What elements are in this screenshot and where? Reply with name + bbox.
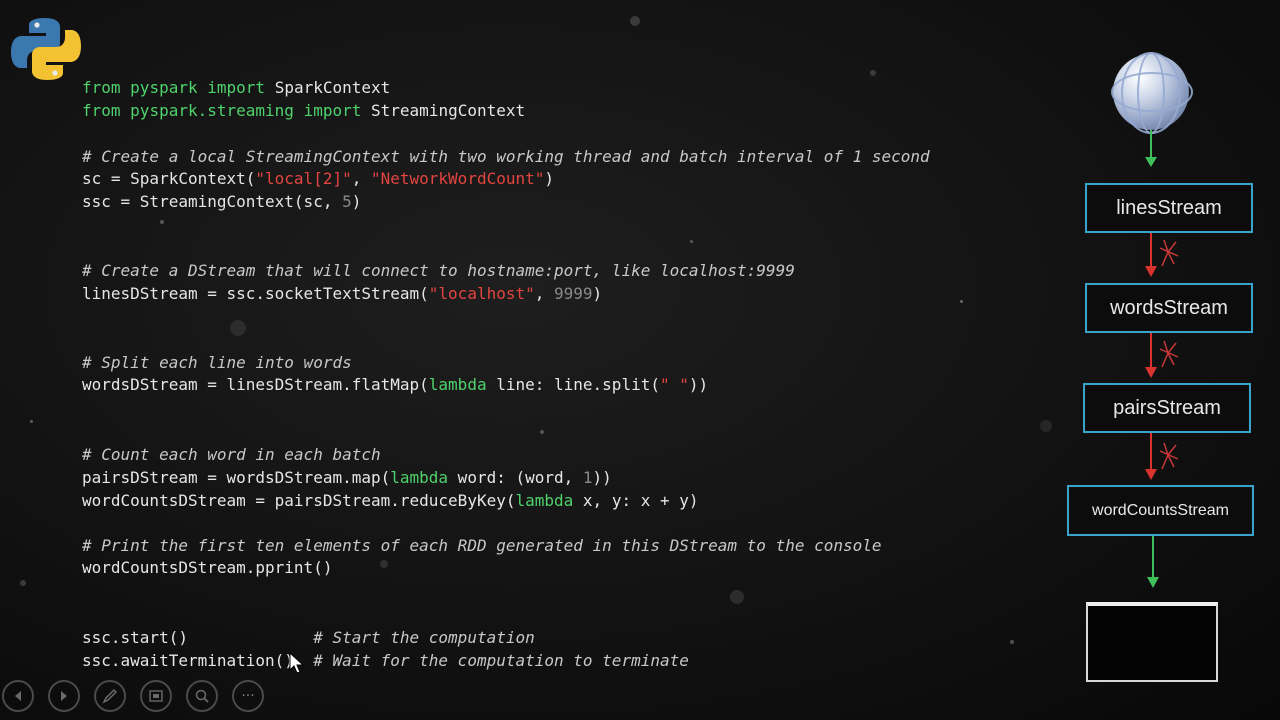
more-icon: ··· xyxy=(241,688,255,704)
code-comment-streamingcontext: # Create a local StreamingContext with t… xyxy=(82,147,930,166)
globe-icon xyxy=(1111,52,1193,134)
arrow-wordcounts-to-console xyxy=(1152,536,1154,578)
pen-icon xyxy=(102,688,118,704)
arrow-tip-globe-to-lines xyxy=(1145,157,1157,167)
code-comment-count: # Count each word in each batch xyxy=(82,445,381,464)
code-line-lines-dstream: linesDStream = ssc.socketTextStream("loc… xyxy=(82,284,603,303)
console-screen-icon xyxy=(1086,602,1218,682)
arrow-tip-pairs-to-wordcounts xyxy=(1145,469,1157,480)
node-pairs-stream: pairsStream xyxy=(1083,383,1251,433)
arrow-words-to-pairs xyxy=(1150,333,1152,367)
node-words-stream: wordsStream xyxy=(1085,283,1253,333)
zoom-icon xyxy=(195,689,209,703)
code-line-sparkcontext: sc = SparkContext("local[2]", "NetworkWo… xyxy=(82,169,555,188)
mouse-cursor-icon xyxy=(289,652,305,674)
code-line-import-streamingcontext: from pyspark.streaming import StreamingC… xyxy=(82,101,526,120)
zoom-button[interactable] xyxy=(186,680,218,712)
lambda-sparkle-icon xyxy=(1159,340,1179,368)
slides-button[interactable] xyxy=(140,680,172,712)
lambda-sparkle-icon xyxy=(1159,442,1179,470)
python-logo xyxy=(11,18,81,80)
pen-button[interactable] xyxy=(94,680,126,712)
next-button[interactable] xyxy=(48,680,80,712)
code-comment-print: # Print the first ten elements of each R… xyxy=(82,536,882,555)
code-line-pairs-dstream: pairsDStream = wordsDStream.map(lambda w… xyxy=(82,468,612,487)
code-line-start: ssc.start() # Start the computation xyxy=(82,628,535,647)
node-wordcounts-stream: wordCountsStream xyxy=(1067,485,1254,536)
slideshow-toolbar: ··· xyxy=(0,680,264,714)
previous-icon xyxy=(15,691,21,701)
code-line-wordcounts-dstream: wordCountsDStream = pairsDStream.reduceB… xyxy=(82,491,699,510)
arrow-tip-wordcounts-to-console xyxy=(1147,577,1159,588)
arrow-lines-to-words xyxy=(1150,233,1152,266)
lambda-sparkle-icon xyxy=(1159,239,1179,267)
arrow-globe-to-lines xyxy=(1150,130,1152,158)
code-line-words-dstream: wordsDStream = linesDStream.flatMap(lamb… xyxy=(82,375,709,394)
node-lines-stream: linesStream xyxy=(1085,183,1253,233)
code-line-await: ssc.awaitTermination() # Wait for the co… xyxy=(82,651,689,670)
previous-button[interactable] xyxy=(2,680,34,712)
more-button[interactable]: ··· xyxy=(232,680,264,712)
arrow-tip-lines-to-words xyxy=(1145,266,1157,277)
next-icon xyxy=(61,691,67,701)
slides-icon xyxy=(149,690,163,702)
code-line-import-sparkcontext: from pyspark import SparkContext xyxy=(82,78,391,97)
arrow-tip-words-to-pairs xyxy=(1145,367,1157,378)
code-line-pprint: wordCountsDStream.pprint() xyxy=(82,558,333,577)
code-line-streamingcontext: ssc = StreamingContext(sc, 5) xyxy=(82,192,362,211)
code-comment-dstream: # Create a DStream that will connect to … xyxy=(82,261,795,280)
code-comment-split: # Split each line into words xyxy=(82,353,352,372)
arrow-pairs-to-wordcounts xyxy=(1150,433,1152,469)
